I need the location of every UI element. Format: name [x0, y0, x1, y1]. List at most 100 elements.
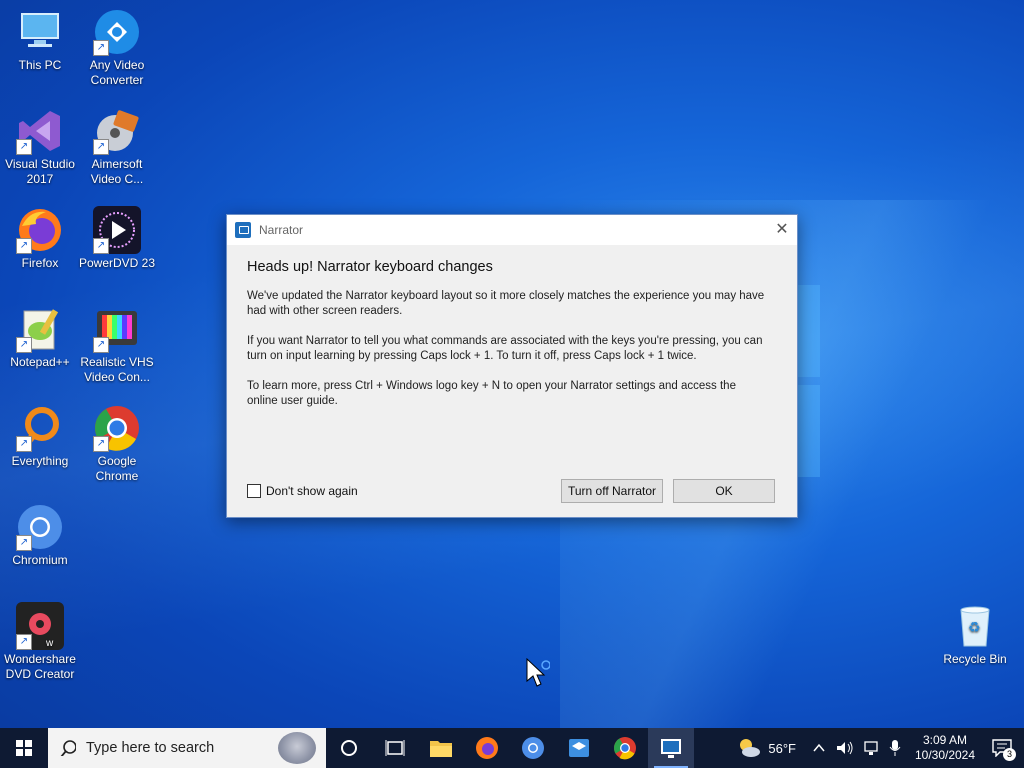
clock-date: 10/30/2024 [914, 748, 976, 762]
desktop-icon-label: Everything [11, 454, 69, 468]
weather-temperature[interactable]: 56°F [768, 741, 796, 756]
desktop-icon-firefox[interactable]: ↗ Firefox [0, 206, 80, 271]
chrome-icon [614, 737, 636, 760]
ok-button[interactable]: OK [673, 479, 775, 503]
checkbox-label: Don't show again [266, 484, 358, 498]
aimersoft-icon: ↗ [93, 107, 141, 155]
narrator-dialog: Narrator ✕ Heads up! Narrator keyboard c… [226, 214, 798, 518]
shortcut-arrow-icon: ↗ [93, 139, 109, 155]
desktop-icon-label: Recycle Bin [943, 652, 1007, 666]
shortcut-arrow-icon: ↗ [16, 139, 32, 155]
mouse-cursor-icon [526, 658, 550, 687]
desktop-icon-any-video-converter[interactable]: ↗ Any Video Converter [77, 8, 157, 88]
desktop-icon-powerdvd[interactable]: ↗ PowerDVD 23 [77, 206, 157, 271]
desktop-icon-wondershare[interactable]: w ↗ Wondershare DVD Creator [0, 602, 80, 682]
desktop-icon-vhs[interactable]: ↗ Realistic VHS Video Con... [77, 305, 157, 385]
taskbar-file-explorer[interactable] [418, 728, 464, 768]
search-highlight-icon [278, 732, 316, 764]
desktop-icon-chrome[interactable]: ↗ Google Chrome [77, 404, 157, 484]
shortcut-arrow-icon: ↗ [93, 238, 109, 254]
this-pc-icon [16, 8, 64, 56]
dialog-heading: Heads up! Narrator keyboard changes [247, 259, 493, 275]
clock-time: 3:09 AM [922, 733, 968, 747]
desktop-icon-label: Firefox [21, 256, 59, 270]
dialog-paragraph: We've updated the Narrator keyboard layo… [247, 290, 765, 317]
notepadpp-icon: ↗ [16, 305, 64, 353]
firefox-icon: ↗ [16, 206, 64, 254]
firefox-icon [476, 737, 498, 759]
dialog-paragraph: To learn more, press Ctrl + Windows logo… [247, 380, 736, 407]
dialog-title: Narrator [259, 223, 304, 237]
desktop-icon-label: PowerDVD 23 [78, 256, 156, 270]
taskbar-search-box[interactable]: Type here to search [48, 728, 326, 768]
wondershare-icon: w ↗ [16, 602, 64, 650]
shortcut-arrow-icon: ↗ [93, 40, 109, 56]
visual-studio-icon: ↗ [16, 107, 64, 155]
shortcut-arrow-icon: ↗ [93, 436, 109, 452]
show-hidden-icons-chevron-icon[interactable] [812, 741, 826, 755]
microphone-icon[interactable] [888, 739, 902, 757]
shortcut-arrow-icon: ↗ [16, 238, 32, 254]
shortcut-arrow-icon: ↗ [16, 337, 32, 353]
desktop-icon-label: Google Chrome [95, 454, 139, 483]
cortana-circle-icon [341, 740, 357, 756]
desktop-icon-label: Notepad++ [10, 355, 70, 369]
narrator-app-icon [235, 222, 251, 238]
file-explorer-icon [430, 741, 452, 757]
taskbar-firefox[interactable] [464, 728, 510, 768]
desktop-icon-label: Any Video Converter [89, 58, 145, 87]
desktop-icon-chromium[interactable]: ↗ Chromium [0, 503, 80, 568]
any-video-converter-icon: ↗ [93, 8, 141, 56]
search-icon [60, 740, 76, 756]
checkbox-box[interactable] [247, 484, 261, 498]
chrome-icon: ↗ [93, 404, 141, 452]
desktop-icon-aimersoft[interactable]: ↗ Aimersoft Video C... [77, 107, 157, 187]
desktop-icon-label: Wondershare DVD Creator [4, 652, 76, 681]
desktop-icon-visual-studio[interactable]: ↗ Visual Studio 2017 [0, 107, 80, 187]
desktop-icon-label: Chromium [12, 553, 68, 567]
action-center-button[interactable]: 3 [980, 728, 1024, 768]
start-button[interactable] [0, 728, 48, 768]
turn-off-narrator-button[interactable]: Turn off Narrator [561, 479, 663, 503]
notification-count-badge: 3 [1003, 748, 1016, 761]
taskbar-chrome[interactable] [602, 728, 648, 768]
shortcut-arrow-icon: ↗ [16, 535, 32, 551]
dont-show-again-checkbox[interactable]: Don't show again [247, 484, 358, 498]
narrator-icon [661, 739, 681, 758]
taskbar-chromium[interactable] [510, 728, 556, 768]
desktop-icon-label: Realistic VHS Video Con... [80, 355, 154, 384]
desktop-icon-recycle-bin[interactable]: ♻ Recycle Bin [935, 602, 1015, 667]
svg-text:♻: ♻ [968, 620, 981, 636]
app-box-icon [569, 739, 589, 757]
clock[interactable]: 3:09 AM 10/30/2024 [910, 733, 980, 763]
taskbar-app-box[interactable] [556, 728, 602, 768]
system-tray: 56°F 3:09 AM 10/30/2024 3 [736, 728, 1024, 768]
network-icon[interactable] [862, 740, 880, 756]
desktop-icon-label: Visual Studio 2017 [5, 157, 75, 186]
volume-icon[interactable] [836, 740, 854, 756]
desktop-icon-notepadpp[interactable]: ↗ Notepad++ [0, 305, 80, 370]
cortana-button[interactable] [326, 728, 372, 768]
vhs-icon: ↗ [93, 305, 141, 353]
weather-icon[interactable] [736, 737, 762, 759]
shortcut-arrow-icon: ↗ [16, 634, 32, 650]
taskbar: Type here to search 56°F 3:09 AM 10/30/2… [0, 728, 1024, 768]
search-placeholder: Type here to search [86, 740, 215, 756]
taskbar-narrator[interactable] [648, 728, 694, 768]
dialog-footer: Don't show again Turn off Narrator OK [247, 479, 777, 503]
dialog-titlebar[interactable]: Narrator ✕ [227, 215, 797, 245]
chromium-icon: ↗ [16, 503, 64, 551]
task-view-icon [385, 740, 405, 756]
windows-logo-icon [16, 740, 32, 756]
dialog-paragraph: If you want Narrator to tell you what co… [247, 335, 763, 362]
dialog-content: Heads up! Narrator keyboard changes We'v… [227, 245, 797, 409]
shortcut-arrow-icon: ↗ [93, 337, 109, 353]
desktop-icon-this-pc[interactable]: This PC [0, 8, 80, 73]
close-icon[interactable]: ✕ [767, 215, 797, 245]
chromium-icon [522, 737, 544, 759]
powerdvd-icon: ↗ [93, 206, 141, 254]
task-view-button[interactable] [372, 728, 418, 768]
desktop-icon-label: This PC [18, 58, 62, 72]
svg-text:w: w [45, 638, 54, 649]
desktop-icon-everything[interactable]: ↗ Everything [0, 404, 80, 469]
